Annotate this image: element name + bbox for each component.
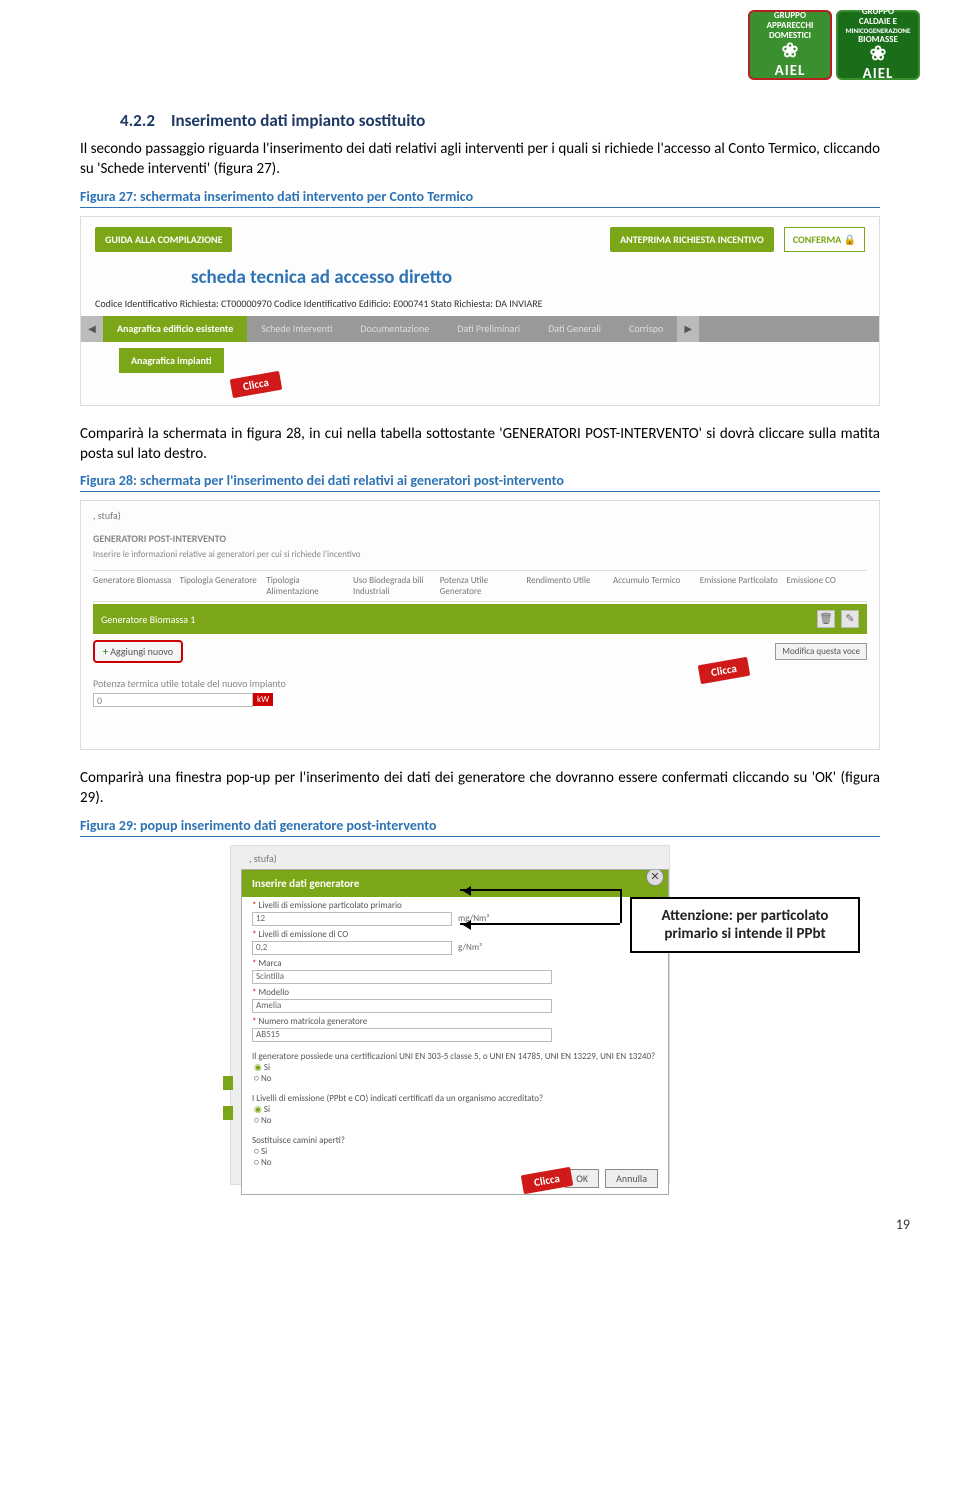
- paragraph-3: Comparirà una finestra pop-up per l'inse…: [80, 768, 880, 809]
- co-label: Livelli di emissione di CO: [252, 929, 658, 940]
- tab-schede-interventi[interactable]: Schede Interventi: [247, 316, 346, 342]
- camini-no[interactable]: No: [254, 1157, 272, 1168]
- matricola-input[interactable]: AB515: [252, 1028, 552, 1042]
- particolato-input[interactable]: 12: [252, 912, 452, 926]
- unit-kw: kW: [253, 693, 273, 706]
- figure-28-screenshot: , stufa) GENERATORI POST-INTERVENTO Inse…: [80, 500, 880, 750]
- tab-anagrafica-edificio[interactable]: Anagrafica edificio esistente: [103, 316, 247, 342]
- total-power-label: Potenza termica utile totale del nuovo i…: [93, 677, 867, 690]
- logo-aiel-domestici: GRUPPOAPPARECCHIDOMESTICI ❀AIEL: [748, 10, 832, 80]
- modello-input[interactable]: Amelia: [252, 999, 552, 1013]
- tab-scroll-left[interactable]: ◀: [81, 316, 103, 342]
- preview-button[interactable]: ANTEPRIMA RICHIESTA INCENTIVO: [610, 227, 774, 252]
- cert-yes[interactable]: Si: [254, 1062, 270, 1073]
- click-callout: Clicca: [521, 1166, 573, 1193]
- guide-button[interactable]: GUIDA ALLA COMPILAZIONE: [95, 227, 232, 252]
- marca-input[interactable]: Scintilla: [252, 970, 552, 984]
- figure-29-screenshot: , stufa) ✕ Inserire dati generatore Live…: [230, 845, 670, 1185]
- accred-question: I Livelli di emissione (PPbt e CO) indic…: [252, 1093, 658, 1104]
- tab-corrispo[interactable]: Corrispo: [615, 316, 677, 342]
- matricola-label: Numero matricola generatore: [252, 1016, 658, 1027]
- edit-tooltip: Modifica questa voce: [775, 643, 867, 660]
- particolato-label: Livelli di emissione particolato primari…: [252, 900, 658, 911]
- figure-29-caption: Figura 29: popup inserimento dati genera…: [80, 817, 880, 837]
- attention-note: Attenzione: per particolatoprimario si i…: [630, 897, 860, 953]
- cancel-button[interactable]: Annulla: [605, 1169, 658, 1188]
- request-id-row: Codice Identificativo Richiesta: CT00000…: [81, 297, 879, 316]
- camini-question: Sostituisce camini aperti?: [252, 1135, 658, 1146]
- click-callout: Clicca: [230, 370, 282, 397]
- modello-label: Modello: [252, 987, 658, 998]
- figure-27-screenshot: GUIDA ALLA COMPILAZIONE ANTEPRIMA RICHIE…: [80, 216, 880, 406]
- camini-yes[interactable]: Si: [254, 1146, 267, 1157]
- cert-question: Il generatore possiede una certificazion…: [252, 1051, 658, 1062]
- figure-28-caption: Figura 28: schermata per l'inserimento d…: [80, 472, 880, 492]
- close-icon[interactable]: ✕: [646, 869, 664, 886]
- tab-dati-generali[interactable]: Dati Generali: [534, 316, 615, 342]
- accred-no[interactable]: No: [254, 1115, 272, 1126]
- co-input[interactable]: 0,2: [252, 941, 452, 955]
- confirm-button[interactable]: CONFERMA 🔒: [784, 227, 865, 252]
- tab-documentazione[interactable]: Documentazione: [346, 316, 443, 342]
- generators-subheader: Inserire le informazioni relative ai gen…: [93, 549, 867, 560]
- accred-yes[interactable]: Si: [254, 1104, 270, 1115]
- prev-context-text: , stufa): [93, 509, 867, 522]
- figure-27-caption: Figura 27: schermata inserimento dati in…: [80, 188, 880, 208]
- paragraph-2: Comparirà la schermata in figura 28, in …: [80, 424, 880, 465]
- header-logos: GRUPPOAPPARECCHIDOMESTICI ❀AIEL GRUPPOCA…: [748, 10, 920, 80]
- page-title: scheda tecnica ad accesso diretto: [191, 266, 879, 289]
- delete-icon[interactable]: 🗑: [817, 610, 835, 628]
- paragraph-1: Il secondo passaggio riguarda l'inserime…: [80, 139, 880, 180]
- tab-bar: ◀ Anagrafica edificio esistente Schede I…: [81, 316, 879, 342]
- section-heading: 4.2.2Inserimento dati impianto sostituit…: [120, 110, 880, 131]
- generators-header: GENERATORI POST-INTERVENTO: [93, 532, 867, 545]
- tab-scroll-right[interactable]: ▶: [677, 316, 699, 342]
- cert-no[interactable]: No: [254, 1073, 272, 1084]
- total-power-input[interactable]: 0: [93, 693, 253, 707]
- generators-table-header: Generatore BiomassaTipologia GeneratoreT…: [93, 570, 867, 602]
- popup-title: Inserire dati generatore: [242, 870, 668, 897]
- subtab-anagrafica-impianti[interactable]: Anagrafica impianti: [119, 348, 224, 373]
- logo-aiel-biomasse: GRUPPOCALDAIE EMINICOGENERAZIONEBIOMASSE…: [836, 10, 920, 80]
- add-new-button[interactable]: + Aggiungi nuovo: [93, 640, 183, 663]
- marca-label: Marca: [252, 958, 658, 969]
- prev-context-text: , stufa): [249, 852, 669, 865]
- tab-dati-preliminari[interactable]: Dati Preliminari: [443, 316, 534, 342]
- generator-row-1[interactable]: Generatore Biomassa 1 🗑 ✎: [93, 604, 867, 634]
- page-number: 19: [896, 1216, 910, 1233]
- edit-icon[interactable]: ✎: [841, 610, 859, 628]
